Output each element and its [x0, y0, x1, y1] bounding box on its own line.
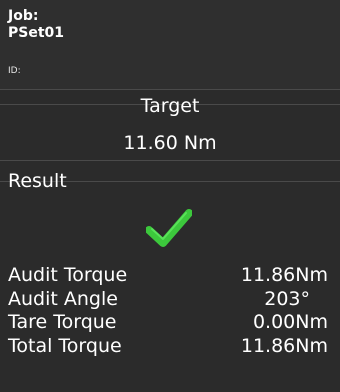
- divider: [0, 160, 340, 161]
- divider: [0, 89, 340, 90]
- job-value: PSet01: [8, 25, 65, 41]
- audit-torque-value: 11.86Nm: [240, 264, 328, 286]
- check-icon: [146, 209, 192, 247]
- audit-torque-label: Audit Torque: [8, 264, 128, 286]
- id-label: ID:: [8, 66, 21, 76]
- target-value: 11.60 Nm: [123, 132, 217, 154]
- target-title: Target: [140, 95, 200, 117]
- job-header: Job: PSet01 ID:: [0, 0, 340, 89]
- tare-torque-value: 0.00Nm: [252, 311, 328, 333]
- total-torque-value: 11.86Nm: [240, 335, 328, 357]
- job-label: Job:: [8, 8, 39, 24]
- result-label: Result: [8, 170, 67, 192]
- tare-torque-label: Tare Torque: [8, 311, 117, 333]
- total-torque-label: Total Torque: [8, 335, 122, 357]
- audit-angle-label: Audit Angle: [8, 288, 118, 310]
- audit-angle-value: 203°: [264, 288, 310, 310]
